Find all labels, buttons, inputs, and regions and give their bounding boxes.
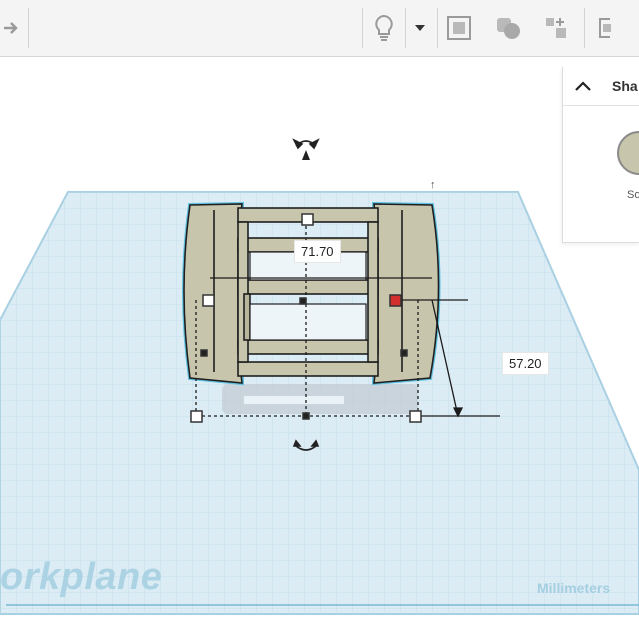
handle-right[interactable]	[389, 294, 402, 307]
bar-bottom	[237, 361, 379, 377]
shape-panel: Sha So	[562, 67, 639, 243]
handle-side-right[interactable]	[400, 349, 408, 357]
width-dimension-label[interactable]: 71.70	[294, 240, 341, 263]
workplane-scene[interactable]: ↑	[0, 0, 639, 639]
handle-side-left[interactable]	[200, 349, 208, 357]
inner-opening-bottom	[249, 303, 367, 341]
rotate-icon[interactable]	[292, 138, 320, 160]
solid-color-swatch[interactable]	[617, 131, 639, 175]
solid-label: So	[627, 189, 639, 201]
handle-center[interactable]	[299, 297, 307, 305]
handle-bottom-center[interactable]	[302, 412, 310, 420]
handle-bottom-left[interactable]	[190, 410, 203, 423]
bar-mid	[237, 279, 379, 295]
post-left	[237, 221, 249, 363]
shadow-highlight	[244, 396, 344, 404]
workplane-label: orkplane	[0, 556, 163, 598]
shape-panel-header[interactable]: Sha	[563, 67, 639, 106]
post-inner-left	[243, 293, 251, 341]
axis-glyph: ↑	[430, 179, 436, 191]
left-flange	[183, 203, 243, 384]
handle-top[interactable]	[301, 213, 314, 226]
post-right	[367, 221, 379, 363]
chevron-up-icon[interactable]	[573, 79, 593, 93]
shape-panel-title: Sha	[612, 78, 638, 94]
handle-bottom-right[interactable]	[409, 410, 422, 423]
handle-left[interactable]	[202, 294, 215, 307]
height-dimension-label[interactable]: 57.20	[502, 352, 549, 375]
bar-low	[237, 339, 379, 355]
units-label[interactable]: Millimeters	[537, 580, 610, 596]
